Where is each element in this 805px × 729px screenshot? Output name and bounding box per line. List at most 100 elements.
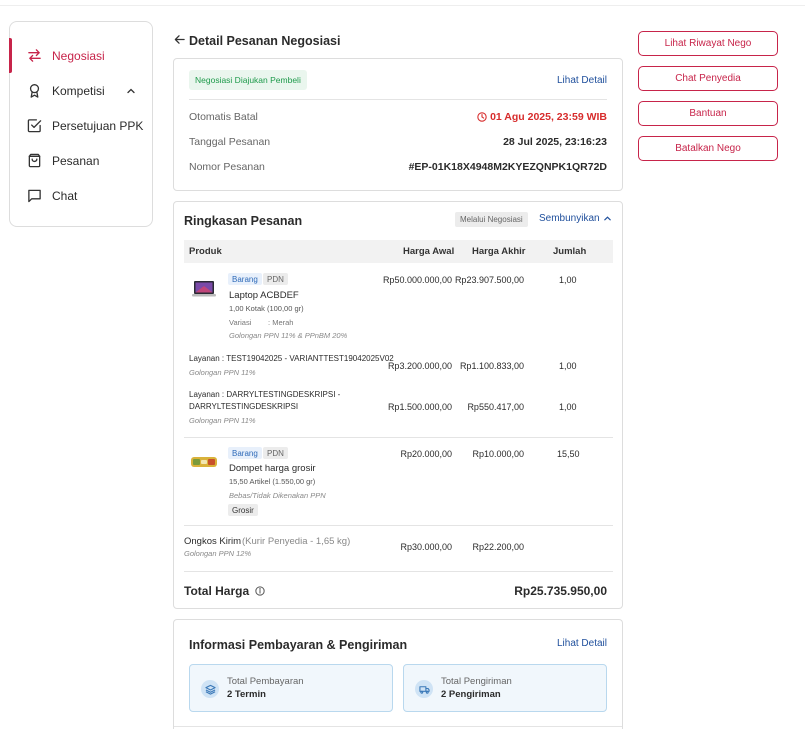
chevron-up-icon[interactable] [126,85,136,99]
via-negosiasi-tag: Melalui Negosiasi [455,212,528,227]
otomatis-batal-text: 01 Agu 2025, 23:59 WIB [490,111,607,123]
info-icon[interactable] [255,586,265,596]
col-harga-awal: Harga Awal [403,246,455,257]
order-status-card: Negosiasi Diajukan Pembeli Lihat Detail … [173,58,623,191]
ringkasan-title: Ringkasan Pesanan [184,214,303,228]
chevron-up-icon [603,214,612,223]
product-name: Laptop ACBDEF [229,290,299,301]
sidebar-item-label: Kompetisi [52,83,105,98]
layanan-name: Layanan : TEST19042025 - VARIANTTEST1904… [189,354,394,363]
pdn-tag: PDN [263,273,288,285]
layanan-tax: Golongan PPN 11% [189,368,256,377]
otomatis-batal-value: 01 Agu 2025, 23:59 WIB [477,111,607,123]
harga-akhir: Rp23.907.500,00 [454,275,524,285]
harga-awal: Rp1.500.000,00 [387,402,452,412]
sidebar-item-persetujuan-ppk[interactable]: Persetujuan PPK [10,108,152,143]
barang-tag: Barang [228,447,262,459]
checkbox-icon [26,118,42,134]
chat-icon [26,188,42,204]
otomatis-batal-label: Otomatis Batal [189,111,258,123]
barang-tag: Barang [228,273,262,285]
truck-icon [415,680,433,698]
ongkir-tax: Golongan PPN 12% [184,549,252,558]
harga-awal: Rp20.000,00 [400,449,452,459]
tanggal-pesanan-label: Tanggal Pesanan [189,136,271,148]
harga-awal: Rp50.000.000,00 [382,275,452,285]
wallet-thumbnail [191,457,217,467]
swap-arrows-icon [26,48,42,64]
ongkir-detail: (Kurir Penyedia - 1,65 kg) [242,536,351,547]
lihat-detail-link[interactable]: Lihat Detail [557,638,607,649]
sidebar-item-negosiasi[interactable]: Negosiasi [9,38,152,73]
sidebar-item-label: Chat [52,188,78,203]
arrow-left-icon[interactable] [174,33,185,48]
col-jumlah: Jumlah [553,246,587,257]
sembunyikan-toggle[interactable]: Sembunyikan [539,213,612,224]
total-pembayaran-label: Total Pembayaran [227,676,304,687]
total-harga: Total Harga [184,584,265,598]
ringkasan-pesanan-card: Ringkasan Pesanan Melalui Negosiasi Semb… [173,201,623,609]
ongkir-label: Ongkos Kirim [184,536,242,547]
page-title: Detail Pesanan Negosiasi [189,33,341,48]
col-produk: Produk [189,246,222,257]
layanan-name-line2: DARRYLTESTINGDESKRIPSI [189,402,299,411]
sidebar-item-label: Persetujuan PPK [52,118,144,133]
tanggal-pesanan-value: 28 Jul 2025, 23:16:23 [503,136,607,148]
divider [189,99,607,100]
sidebar-item-pesanan[interactable]: Pesanan [10,143,152,178]
jumlah: 15,50 [557,449,580,459]
product-variant: Variasi : Merah [229,318,294,327]
product-qty: 15,50 Artikel (1.550,00 gr) [229,477,316,486]
chat-penyedia-button[interactable]: Chat Penyedia [638,66,778,91]
pembayaran-title: Informasi Pembayaran & Pengiriman [189,638,408,652]
harga-akhir: Rp10.000,00 [472,449,524,459]
shopping-bag-icon [26,153,42,169]
bantuan-button[interactable]: Bantuan [638,101,778,126]
laptop-thumbnail [192,281,216,297]
product-tax: Bebas/Tidak Dikenakan PPN [229,491,326,500]
nomor-pesanan-label: Nomor Pesanan [189,161,265,173]
layers-icon [201,680,219,698]
pdn-tag: PDN [263,447,288,459]
sidebar: Negosiasi Kompetisi Persetujuan PPK Pesa… [9,21,153,227]
total-harga-label: Total Harga [184,584,250,598]
total-pembayaran-value: 2 Termin [227,689,266,700]
top-divider [0,5,805,6]
harga-awal: Rp30.000,00 [400,542,452,552]
batalkan-nego-button[interactable]: Batalkan Nego [638,136,778,161]
harga-awal: Rp3.200.000,00 [387,361,452,371]
page-header: Detail Pesanan Negosiasi [174,33,340,48]
total-pengiriman-box[interactable]: Total Pengiriman 2 Pengiriman [403,664,607,712]
divider [174,726,622,727]
toggle-label: Sembunyikan [539,213,600,224]
sidebar-item-chat[interactable]: Chat [10,178,152,213]
jumlah: 1,00 [559,361,577,371]
product-qty: 1,00 Kotak (100,00 gr) [229,304,304,313]
sidebar-item-label: Negosiasi [52,48,105,63]
harga-akhir: Rp1.100.833,00 [459,361,524,371]
grosir-tag: Grosir [228,504,258,516]
total-pembayaran-box[interactable]: Total Pembayaran 2 Termin [189,664,393,712]
sidebar-item-label: Pesanan [52,153,100,168]
table-header: Produk Harga Awal Harga Akhir Jumlah [184,240,613,263]
jumlah: 1,00 [559,275,577,285]
nomor-pesanan-value: #EP-01K18X4948M2KYEZQNPK1QR72D [408,161,607,173]
lihat-detail-link[interactable]: Lihat Detail [557,75,607,86]
total-harga-value: Rp25.735.950,00 [514,584,607,598]
divider [184,571,613,572]
clock-icon [477,112,487,122]
col-harga-akhir: Harga Akhir [472,246,526,257]
status-badge: Negosiasi Diajukan Pembeli [189,70,307,90]
product-name: Dompet harga grosir [229,463,316,474]
layanan-tax: Golongan PPN 11% [189,416,256,425]
divider [184,525,613,526]
product-tax: Golongan PPN 11% & PPnBM 20% [229,331,348,340]
harga-akhir: Rp550.417,00 [467,402,524,412]
sidebar-item-kompetisi[interactable]: Kompetisi [10,73,152,108]
layanan-name-line1: Layanan : DARRYLTESTINGDESKRIPSI - [189,390,341,399]
lihat-riwayat-nego-button[interactable]: Lihat Riwayat Nego [638,31,778,56]
pembayaran-card: Informasi Pembayaran & Pengiriman Lihat … [173,619,623,729]
total-pengiriman-label: Total Pengiriman [441,676,512,687]
jumlah: 1,00 [559,402,577,412]
harga-akhir: Rp22.200,00 [472,542,524,552]
